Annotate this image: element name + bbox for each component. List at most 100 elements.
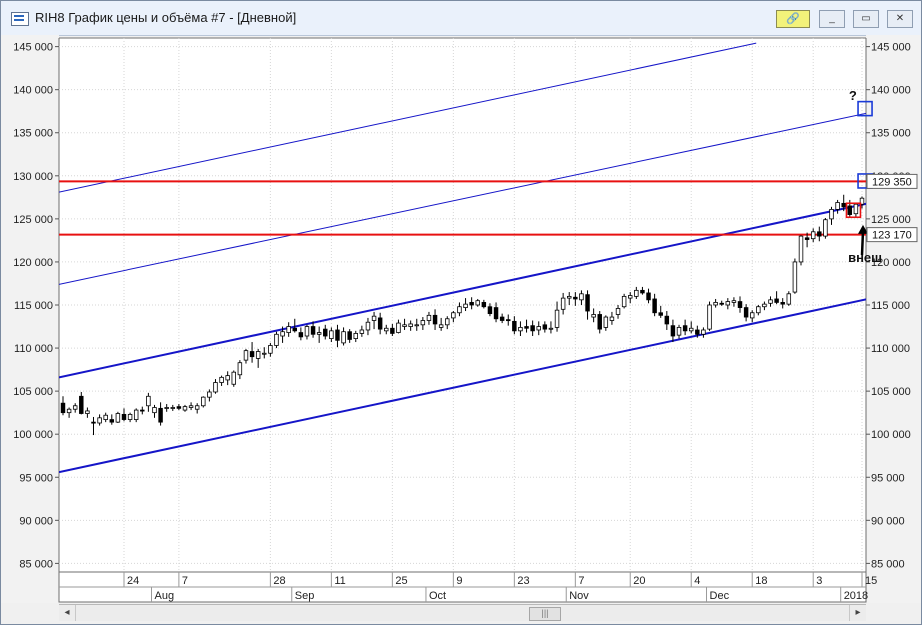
candle-body [542, 324, 548, 330]
chart-annotation: внеш [848, 250, 882, 265]
candle-body [615, 308, 621, 315]
restore-button[interactable]: ▭ [853, 10, 879, 28]
candle-body [451, 312, 456, 319]
candle-body [420, 320, 426, 326]
candle-body [804, 237, 810, 240]
candle-body [359, 329, 365, 334]
candle-body [701, 329, 706, 335]
candle-body [432, 314, 438, 325]
candle-body [469, 302, 474, 306]
candle-body [384, 327, 389, 332]
candle-body [243, 350, 249, 361]
candle-body [810, 231, 816, 240]
x-tick-label: 28 [273, 575, 285, 587]
link-icon[interactable]: 🔗 [776, 10, 810, 28]
candle-body [847, 205, 853, 215]
candle-body [658, 312, 663, 316]
candle-body [676, 326, 682, 336]
y-tick-label-left: 110 000 [14, 343, 53, 355]
candle-body [487, 306, 493, 315]
candle-body [353, 333, 358, 339]
x-tick-label: 7 [182, 575, 188, 587]
month-label: Nov [569, 590, 589, 602]
chart-window-icon [11, 12, 29, 26]
candle-body [194, 405, 200, 410]
y-tick-label-right: 125 000 [871, 214, 911, 226]
candle-body [402, 324, 407, 327]
candle-body [231, 371, 237, 385]
candle-body [72, 405, 78, 410]
x-tick-label: 25 [395, 575, 407, 587]
x-tick-label: 23 [517, 575, 529, 587]
plot-area [58, 37, 867, 573]
title-bar[interactable]: RIH8 График цены и объёма #7 - [Дневной]… [1, 1, 921, 36]
candle-body [603, 316, 609, 328]
y-tick-label-right: 140 000 [871, 85, 911, 97]
candle-body [835, 202, 840, 210]
x-tick-label: 4 [694, 575, 700, 587]
y-tick-label-left: 135 000 [13, 128, 53, 140]
candle-body [60, 402, 66, 414]
y-tick-label-left: 105 000 [13, 386, 53, 398]
price-tag-label: 129 350 [872, 176, 912, 188]
candle-body [774, 298, 779, 303]
close-button[interactable]: ✕ [887, 10, 913, 28]
x-tick-label: 3 [816, 575, 822, 587]
candle-body [292, 327, 298, 332]
candle-body [255, 351, 261, 359]
candle-body [506, 319, 511, 322]
scroll-thumb[interactable]: ||| [529, 607, 561, 621]
candle-body [140, 409, 145, 412]
x-tick-label: 18 [755, 575, 767, 587]
candle-body [377, 317, 383, 330]
candle-body [79, 395, 84, 414]
candle-body [829, 208, 834, 220]
candle-body [524, 326, 529, 329]
candle-body [66, 408, 72, 414]
y-tick-label-left: 95 000 [19, 472, 53, 484]
month-label: Aug [154, 590, 174, 602]
window-title: RIH8 График цены и объёма #7 - [Дневной] [35, 10, 297, 25]
y-tick-label-left: 145 000 [13, 42, 53, 54]
candle-body [91, 421, 96, 424]
candle-body [445, 318, 450, 326]
scroll-right-button[interactable]: ▸ [849, 605, 866, 621]
month-label: Dec [710, 590, 730, 602]
y-tick-label-left: 130 000 [13, 171, 53, 183]
candle-body [158, 407, 163, 423]
candle-body [365, 321, 371, 331]
scroll-left-button[interactable]: ◂ [59, 605, 76, 621]
candle-body [164, 407, 169, 409]
chart-annotation: ? [849, 88, 857, 103]
candle-body [823, 219, 828, 237]
candle-body [621, 295, 627, 308]
candle-body [591, 314, 596, 318]
x-tick-label: 15 [865, 575, 877, 587]
x-tick-label: 7 [578, 575, 584, 587]
candle-body [695, 329, 700, 335]
candle-body [146, 395, 151, 407]
price-tag-label: 123 170 [872, 230, 912, 242]
horizontal-scrollbar[interactable]: ◂ ||| ▸ [59, 604, 866, 621]
candle-body [414, 324, 419, 327]
month-label: 2018 [844, 590, 868, 602]
candle-body [756, 306, 761, 314]
candle-body [817, 231, 822, 237]
candle-body [274, 333, 279, 346]
candle-body [530, 325, 535, 332]
y-tick-label-right: 145 000 [871, 42, 911, 54]
candle-body [567, 295, 572, 299]
y-tick-label-right: 90 000 [871, 515, 905, 527]
candle-body [310, 326, 316, 335]
candle-body [725, 301, 731, 306]
minimize-button[interactable]: _ [819, 10, 845, 28]
price-chart[interactable]: 85 000 85 000 90 000 90 000 95 000 95 000 100 … [1, 35, 921, 605]
candle-body [640, 289, 645, 294]
candle-body [115, 413, 121, 423]
candle-body [798, 235, 804, 263]
candle-body [853, 203, 859, 215]
candle-body [103, 414, 108, 420]
candle-body [841, 202, 846, 208]
y-tick-label-right: 85 000 [871, 558, 905, 570]
candle-body [347, 331, 352, 340]
